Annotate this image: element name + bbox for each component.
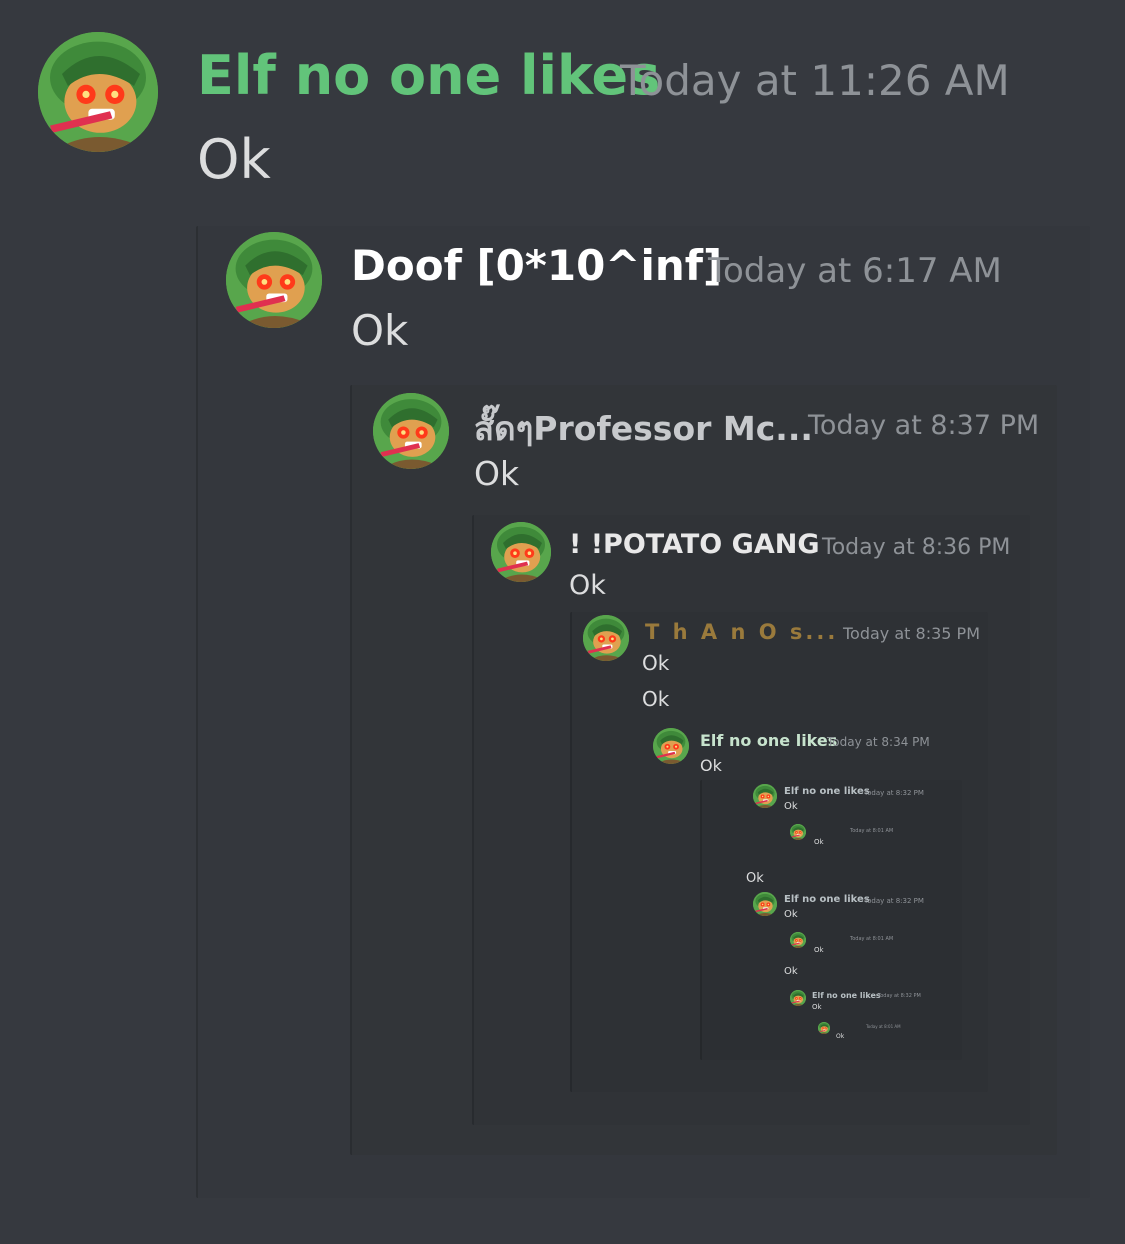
- author-name[interactable]: Elf no one likes: [784, 786, 870, 797]
- timestamp: Today at 8:35 PM: [843, 624, 980, 643]
- author-name[interactable]: Doof [0*10^inf]: [351, 241, 722, 290]
- stray-text: Ok: [746, 871, 764, 886]
- red-eyed-elf-avatar-icon: [790, 990, 806, 1006]
- message-text: Ok: [197, 128, 271, 191]
- author-name[interactable]: Elf no one likes: [197, 44, 660, 107]
- author-name[interactable]: ! !POTATO GANG: [569, 529, 819, 560]
- timestamp: Today at 8:32 PM: [864, 897, 924, 905]
- stray-text: Ok: [784, 966, 798, 977]
- timestamp: Today at 8:01 AM: [866, 1024, 901, 1029]
- message-text: Ok: [569, 570, 606, 601]
- message-text: Ok: [351, 306, 409, 355]
- red-eyed-elf-avatar-icon: [818, 1022, 830, 1034]
- timestamp: Today at 8:34 PM: [827, 735, 930, 749]
- author-name[interactable]: สั๊ดๆProfessor Mc...: [474, 402, 813, 455]
- avatar[interactable]: [491, 522, 551, 582]
- red-eyed-elf-avatar-icon: [790, 824, 806, 840]
- timestamp: Today at 8:32 PM: [864, 789, 924, 797]
- avatar[interactable]: [818, 1022, 830, 1034]
- timestamp: Today at 8:32 PM: [878, 993, 921, 999]
- author-name[interactable]: Elf no one likes: [784, 894, 870, 905]
- avatar[interactable]: [790, 932, 806, 948]
- message-text: Ok: [700, 756, 722, 775]
- quote-frame-5: [700, 780, 962, 1060]
- timestamp: Today at 8:37 PM: [808, 410, 1040, 441]
- red-eyed-elf-avatar-icon: [753, 892, 777, 916]
- message-text: Ok: [642, 651, 670, 675]
- red-eyed-elf-avatar-icon: [373, 393, 449, 469]
- message-text: Ok: [812, 1003, 822, 1011]
- author-name[interactable]: Elf no one likes: [812, 991, 881, 1000]
- avatar[interactable]: [38, 32, 158, 152]
- author-name[interactable]: Elf no one likes: [700, 731, 837, 750]
- message-text: Ok: [814, 946, 824, 954]
- red-eyed-elf-avatar-icon: [653, 728, 689, 764]
- message-text: Ok: [814, 838, 824, 846]
- red-eyed-elf-avatar-icon: [491, 522, 551, 582]
- red-eyed-elf-avatar-icon: [583, 615, 629, 661]
- timestamp: Today at 6:17 AM: [708, 251, 1002, 291]
- avatar[interactable]: [583, 615, 629, 661]
- timestamp: Today at 8:01 AM: [850, 828, 894, 834]
- avatar[interactable]: [790, 824, 806, 840]
- message-text: Ok: [836, 1033, 845, 1040]
- red-eyed-elf-avatar-icon: [790, 932, 806, 948]
- avatar[interactable]: [226, 232, 322, 328]
- avatar[interactable]: [653, 728, 689, 764]
- message-text: Ok: [474, 454, 520, 493]
- timestamp: Today at 8:01 AM: [850, 936, 894, 942]
- message-text: Ok: [784, 909, 798, 920]
- author-name[interactable]: T h A n O s...: [645, 620, 838, 644]
- avatar[interactable]: [373, 393, 449, 469]
- timestamp: Today at 8:36 PM: [822, 535, 1011, 560]
- avatar[interactable]: [790, 990, 806, 1006]
- message-text: Ok: [784, 801, 798, 812]
- red-eyed-elf-avatar-icon: [753, 784, 777, 808]
- red-eyed-elf-avatar-icon: [226, 232, 322, 328]
- avatar[interactable]: [753, 892, 777, 916]
- message-text: Ok: [642, 687, 670, 711]
- avatar[interactable]: [753, 784, 777, 808]
- red-eyed-elf-avatar-icon: [38, 32, 158, 152]
- timestamp: Today at 11:26 AM: [620, 56, 1010, 105]
